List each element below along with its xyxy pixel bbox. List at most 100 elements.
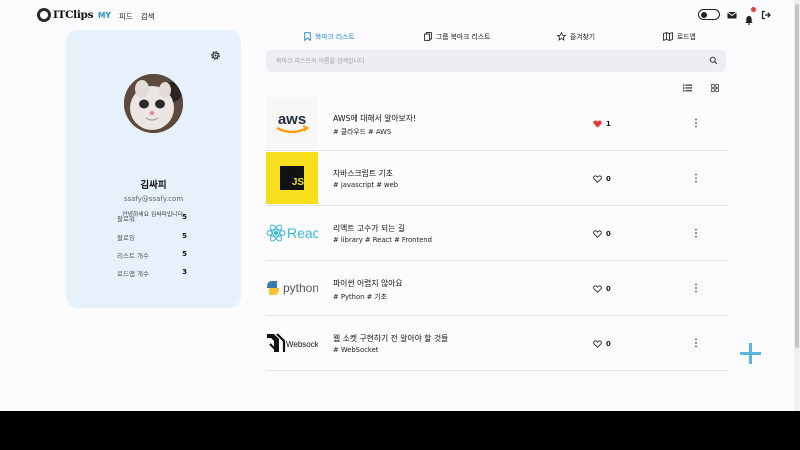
like-button[interactable]: 0 — [593, 230, 611, 238]
star-icon — [557, 31, 566, 41]
thumbnail: aws — [266, 97, 318, 149]
item-tags: # library # React # Frontend — [333, 236, 432, 244]
stat-value: 5 — [182, 232, 187, 240]
tab-label: 즐겨찾기 — [570, 33, 596, 41]
thumbnail-text: React — [287, 225, 318, 241]
heart-outline-icon — [593, 285, 602, 293]
list-item[interactable]: aws AWS에 대해서 알아보자! # 클라우드 # AWS 1 — [266, 96, 728, 151]
stat-value: 5 — [182, 213, 187, 221]
scrollbar-thumb[interactable] — [795, 4, 799, 348]
tab-favorites[interactable]: 즐겨찾기 — [557, 31, 595, 41]
like-button[interactable]: 0 — [593, 340, 611, 348]
notification-dot — [751, 6, 756, 12]
stat-followers[interactable]: 팔로워 5 — [117, 213, 187, 223]
heart-outline-icon — [593, 175, 602, 183]
like-count: 1 — [606, 120, 611, 128]
like-count: 0 — [606, 175, 611, 183]
stat-value: 3 — [182, 268, 187, 276]
nav-search[interactable]: 검색 — [141, 11, 155, 22]
like-button[interactable]: 0 — [593, 285, 611, 293]
logo[interactable]: ITClips — [37, 8, 94, 22]
more-options-icon[interactable] — [694, 118, 698, 128]
list-item[interactable]: React 리액트 고수가 되는 길 # library # React # F… — [266, 206, 728, 261]
header-actions — [698, 6, 771, 25]
bookmark-list: aws AWS에 대해서 알아보자! # 클라우드 # AWS 1 JS 자바스… — [266, 96, 728, 371]
like-count: 0 — [606, 230, 611, 238]
profile-card: 김싸피 ssafy@ssafy.com 안녕하세요 김싸피입니다. 팔로워 5 … — [66, 30, 241, 308]
stat-following[interactable]: 팔로잉 5 — [117, 232, 187, 242]
more-options-icon[interactable] — [694, 283, 698, 293]
top-header: ITClips MY 피드 검색 — [0, 0, 800, 30]
mail-icon[interactable] — [727, 10, 737, 20]
scrollbar[interactable] — [794, 0, 800, 411]
tab-group-bookmark-list[interactable]: 그룹 북마크 리스트 — [424, 31, 490, 41]
avatar — [124, 74, 183, 133]
search-input[interactable] — [276, 54, 696, 68]
tab-label: 그룹 북마크 리스트 — [436, 33, 491, 41]
list-view-icon[interactable] — [683, 84, 692, 92]
list-item[interactable]: python 파이썬 어렵지 않아요 # Python # 기초 0 — [266, 261, 728, 316]
grid-view-icon[interactable] — [711, 84, 719, 92]
bell-icon — [745, 15, 753, 25]
avatar-cat-image — [124, 74, 183, 133]
tab-roadmap[interactable]: 로드맵 — [663, 31, 696, 41]
item-title: 리액트 고수가 되는 길 — [333, 224, 405, 233]
stat-label: 팔로잉 — [117, 234, 135, 242]
like-button[interactable]: 1 — [593, 120, 611, 128]
thumbnail: Websocket — [266, 317, 318, 369]
app-window: ITClips MY 피드 검색 김싸피 ssafy@ssafy.com 안녕하… — [0, 0, 800, 411]
thumbnail-text: JS — [292, 177, 304, 188]
nav-feed[interactable]: 피드 — [119, 11, 133, 22]
websocket-logo-icon: Websocket — [267, 333, 318, 352]
main-nav: MY 피드 검색 — [98, 11, 155, 22]
thumbnail-text: python — [283, 281, 318, 295]
settings-gear-icon[interactable] — [210, 50, 221, 61]
add-plus-icon[interactable] — [740, 343, 761, 364]
group-bookmark-icon — [424, 31, 432, 41]
dark-mode-toggle[interactable] — [698, 9, 720, 20]
javascript-logo-icon: JS — [280, 166, 304, 190]
nav-my[interactable]: MY — [98, 11, 111, 22]
like-count: 0 — [606, 285, 611, 293]
list-item[interactable]: Websocket 웹 소켓 구현하기 전 알아야 할 것들 # WebSock… — [266, 316, 728, 371]
item-title: 자바스크립트 기초 — [333, 169, 393, 178]
list-item[interactable]: JS 자바스크립트 기초 # javascript # web 0 — [266, 151, 728, 206]
item-title: AWS에 대해서 알아보자! — [333, 114, 417, 123]
profile-email: ssafy@ssafy.com — [123, 195, 184, 203]
more-options-icon[interactable] — [694, 228, 698, 238]
thumbnail: React — [266, 207, 318, 259]
thumbnail: JS — [266, 152, 318, 204]
python-logo-icon: python — [267, 281, 318, 295]
stat-value: 5 — [182, 250, 187, 258]
thumbnail-text: aws — [278, 111, 306, 128]
logo-text: ITClips — [53, 9, 94, 21]
react-logo-icon: React — [266, 224, 318, 242]
notification-button[interactable] — [744, 6, 756, 25]
thumbnail-text: Websocket — [286, 340, 318, 349]
more-options-icon[interactable] — [694, 338, 698, 348]
more-options-icon[interactable] — [694, 173, 698, 183]
tab-label: 로드맵 — [677, 33, 696, 41]
heart-outline-icon — [593, 340, 602, 348]
tab-label: 북마크 리스트 — [315, 33, 355, 41]
search-icon[interactable] — [709, 56, 718, 65]
like-button[interactable]: 0 — [593, 175, 611, 183]
stat-label: 리스트 개수 — [117, 252, 149, 260]
thumbnail: python — [266, 262, 318, 314]
stat-label: 로드맵 개수 — [117, 270, 149, 278]
item-title: 웹 소켓 구현하기 전 알아야 할 것들 — [333, 334, 449, 343]
item-tags: # 클라우드 # AWS — [333, 128, 392, 136]
heart-filled-icon — [593, 120, 602, 128]
bottom-black-area — [0, 411, 800, 450]
heart-outline-icon — [593, 230, 602, 238]
aws-logo-icon: aws — [276, 111, 310, 134]
logout-icon[interactable] — [761, 10, 771, 20]
item-title: 파이썬 어렵지 않아요 — [333, 279, 403, 288]
stat-label: 팔로워 — [117, 215, 135, 223]
item-tags: # WebSocket — [333, 346, 379, 354]
tab-bookmark-list[interactable]: 북마크 리스트 — [304, 31, 355, 41]
like-count: 0 — [606, 340, 611, 348]
stat-list-count: 리스트 개수 5 — [117, 250, 187, 260]
bookmark-icon — [304, 31, 311, 41]
map-icon — [663, 31, 673, 41]
